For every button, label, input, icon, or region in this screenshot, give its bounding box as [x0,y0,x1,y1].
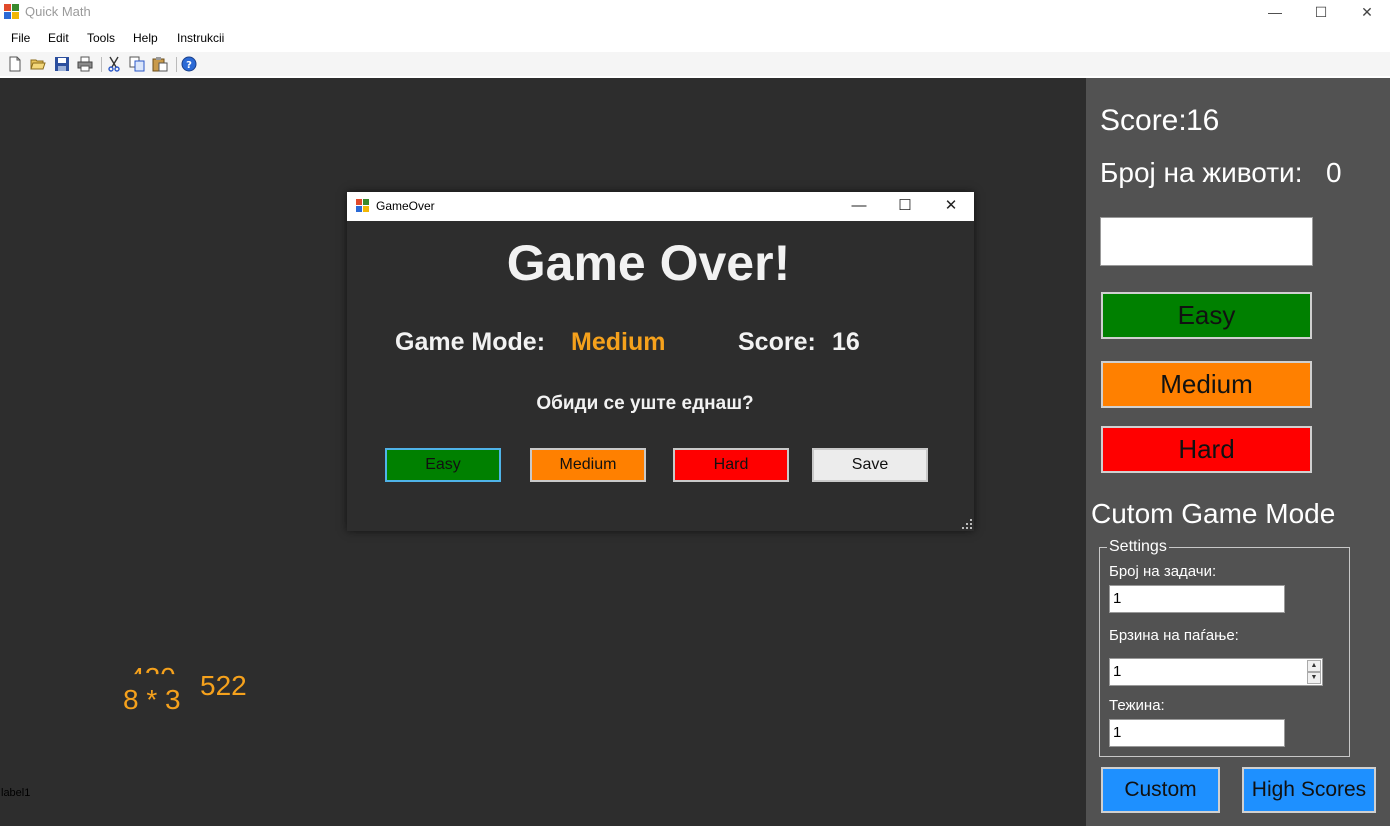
tasks-input[interactable]: 1 [1109,585,1285,613]
game-over-heading: Game Over! [506,235,791,291]
speed-label: Брзина на паѓање: [1109,627,1239,644]
falling-problem: 8 * 3 [123,684,181,715]
window-title: Quick Math [25,4,91,19]
hard-button[interactable]: Hard [1101,426,1312,473]
toolbar-separator [101,57,102,72]
score-value: 16 [1186,104,1220,137]
menu-edit[interactable]: Edit [48,31,69,45]
dialog-score-label: Score: [738,328,816,356]
menu-file[interactable]: File [11,31,30,45]
custom-button[interactable]: Custom [1101,767,1220,813]
minimize-button[interactable]: — [1252,0,1298,26]
dialog-title: GameOver [376,199,435,213]
dialog-easy-button[interactable]: Easy [385,448,501,482]
game-mode-label: Game Mode: [395,328,546,356]
menu-tools[interactable]: Tools [87,31,115,45]
cut-icon[interactable] [106,56,122,72]
toolbar-separator [176,57,177,72]
high-scores-button[interactable]: High Scores [1242,767,1376,813]
speed-stepper[interactable]: 1 [1109,658,1323,686]
falling-problem: 522 [200,670,247,701]
new-file-icon[interactable] [7,56,23,72]
dialog-maximize-button[interactable]: ☐ [882,192,928,221]
answer-input[interactable] [1100,217,1313,266]
app-icon [4,4,20,20]
status-label: label1 [1,787,31,799]
dialog-score-value: 16 [832,328,860,356]
save-button[interactable]: Save [812,448,928,482]
stepper-down-icon[interactable]: ▼ [1307,672,1321,684]
dialog-minimize-button[interactable]: — [836,192,882,221]
dialog-medium-button[interactable]: Medium [530,448,646,482]
menu-help[interactable]: Help [133,31,158,45]
tasks-label: Број на задачи: [1109,563,1217,580]
menu-instrukcii[interactable]: Instrukcii [177,31,224,45]
retry-prompt: Обиди се уште еднаш? [536,393,754,414]
lives-value: 0 [1326,157,1342,188]
title-bar: Quick Math — ☐ ✕ [0,0,1390,26]
resize-grip-icon[interactable] [962,519,972,529]
medium-button[interactable]: Medium [1101,361,1312,408]
help-icon[interactable]: ? [181,56,197,72]
maximize-button[interactable]: ☐ [1298,0,1344,26]
lives-label: Број на животи: [1100,157,1303,188]
custom-mode-heading: Cutom Game Mode [1091,498,1336,529]
open-folder-icon[interactable] [30,56,46,72]
difficulty-input[interactable]: 1 [1109,719,1285,747]
easy-button[interactable]: Easy [1101,292,1312,339]
game-mode-value: Medium [571,328,666,356]
stepper-up-icon[interactable]: ▲ [1307,660,1321,672]
difficulty-label: Тежина: [1109,697,1165,714]
menu-bar: File Edit Tools Help Instrukcii [0,28,1390,50]
dialog-hard-button[interactable]: Hard [673,448,789,482]
dialog-close-button[interactable]: ✕ [928,192,974,221]
score-label: Score: [1100,104,1187,137]
settings-legend: Settings [1107,538,1169,556]
copy-icon[interactable] [129,56,145,72]
svg-text:?: ? [186,60,192,71]
toolbar: ? [0,52,1390,76]
print-icon[interactable] [77,56,93,72]
save-icon[interactable] [54,56,70,72]
paste-icon[interactable] [152,56,168,72]
close-button[interactable]: ✕ [1344,0,1390,26]
dialog-app-icon [356,199,370,213]
